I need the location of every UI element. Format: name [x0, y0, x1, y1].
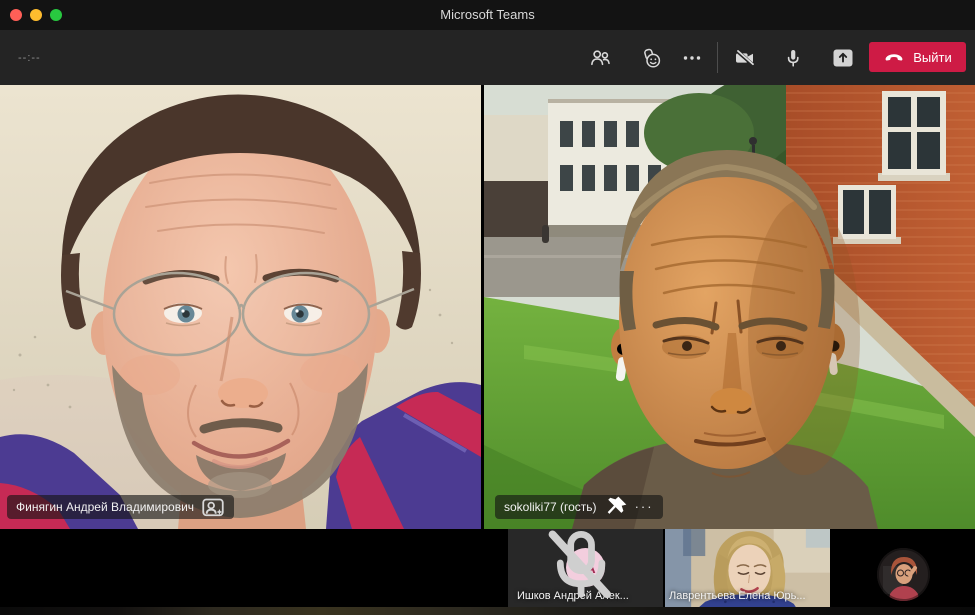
participant-name: sokoliki77 (гость) — [504, 500, 597, 514]
filmstrip: ИА Ишков Андрей Алек... — [0, 529, 975, 607]
call-timer: --:-- — [18, 52, 41, 64]
participant-name-label: Лаврентьева Елена Юрь... — [669, 590, 806, 602]
video-stage: Финягин Андрей Владимирович — [0, 85, 975, 529]
more-options-button[interactable] — [679, 45, 705, 71]
video-tile-finyagin[interactable]: Финягин Андрей Владимирович — [0, 85, 481, 529]
share-tray-icon — [831, 46, 855, 70]
call-toolbar: --:-- — [0, 30, 975, 85]
participant-name-label: sokoliki77 (гость) ··· — [495, 495, 663, 519]
mic-toggle-button[interactable] — [780, 45, 806, 71]
participant-name-label: Финягин Андрей Владимирович — [7, 495, 234, 519]
pin-icon — [604, 495, 628, 519]
camera-toggle-button[interactable] — [732, 45, 758, 71]
camera-off-icon — [733, 46, 757, 70]
hangup-icon — [883, 46, 905, 68]
video-tile-ishkov[interactable]: ИА Ишков Андрей Алек... — [508, 529, 663, 607]
self-view-avatar[interactable] — [877, 548, 930, 601]
hand-smiley-icon — [639, 46, 663, 70]
leave-button[interactable]: Выйти — [869, 42, 966, 72]
reactions-button[interactable] — [638, 45, 664, 71]
leave-button-label: Выйти — [913, 50, 952, 65]
tile-more-button[interactable]: ··· — [635, 502, 654, 512]
toolbar-divider — [717, 42, 718, 73]
participants-button[interactable] — [587, 45, 613, 71]
participant-name: Финягин Андрей Владимирович — [16, 500, 194, 514]
titlebar: Microsoft Teams — [0, 0, 975, 30]
video-tile-lavrentieva[interactable]: Лаврентьева Елена Юрь... — [665, 529, 830, 607]
screen-edge — [0, 607, 975, 615]
share-button[interactable] — [830, 45, 856, 71]
teams-call-window: Microsoft Teams --:-- — [0, 0, 975, 615]
window-title: Microsoft Teams — [0, 0, 975, 30]
sokoliki-video-frame — [484, 85, 975, 529]
video-tile-sokoliki[interactable]: sokoliki77 (гость) ··· — [484, 85, 975, 529]
people-icon — [588, 46, 612, 70]
mic-off-icon — [508, 529, 656, 602]
video-effects-icon — [201, 495, 225, 519]
finyagin-video-frame — [0, 85, 481, 529]
ellipsis-icon — [680, 46, 704, 70]
mic-icon — [781, 46, 805, 70]
self-view-portrait — [877, 548, 930, 601]
